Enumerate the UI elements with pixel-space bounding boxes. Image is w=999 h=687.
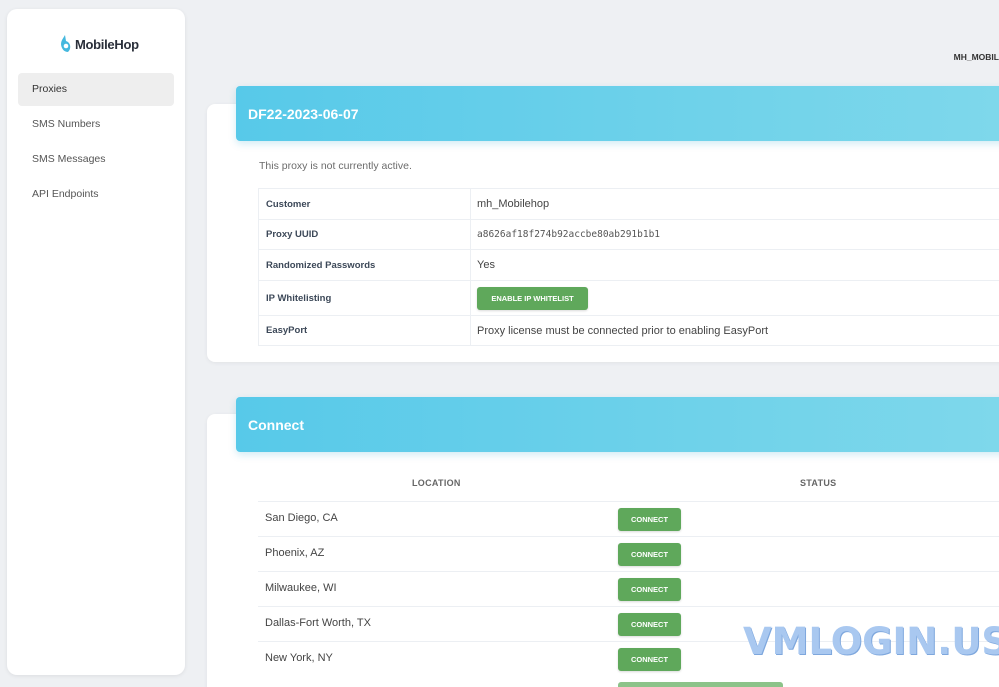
location-name: Dallas-Fort Worth, TX [265, 617, 371, 629]
connect-button[interactable]: CONNECT [618, 648, 681, 671]
detail-label: IP Whitelisting [258, 281, 471, 315]
enable-ip-whitelist-button[interactable]: ENABLE IP WHITELIST [477, 286, 588, 310]
detail-row-uuid: Proxy UUID a8626af18f274b92accbe80ab291b… [258, 220, 999, 250]
sidebar-item-sms-messages[interactable]: SMS Messages [18, 143, 174, 176]
proxy-status-note: This proxy is not currently active. [259, 160, 412, 172]
sidebar-nav: Proxies SMS Numbers SMS Messages API End… [18, 73, 174, 213]
brand-name: MobileHop [75, 36, 139, 52]
partial-button[interactable] [618, 682, 783, 687]
location-row: Milwaukee, WI CONNECT [258, 571, 999, 606]
randomized-passwords-value: Yes [477, 259, 495, 271]
uuid-value: a8626af18f274b92accbe80ab291b1b1 [477, 229, 661, 240]
detail-row-ip-whitelisting: IP Whitelisting ENABLE IP WHITELIST [258, 281, 999, 316]
location-name: San Diego, CA [265, 512, 338, 524]
column-header-status: STATUS [800, 478, 837, 488]
location-name: New York, NY [265, 652, 333, 664]
connect-button[interactable]: CONNECT [618, 578, 681, 601]
location-row: San Diego, CA CONNECT [258, 501, 999, 536]
connect-button[interactable]: CONNECT [618, 613, 681, 636]
detail-label: Customer [258, 189, 471, 219]
detail-label: Randomized Passwords [258, 250, 471, 280]
connect-title: Connect [236, 397, 999, 452]
watermark: VMLOGIN.US [743, 620, 999, 663]
detail-row-easyport: EasyPort Proxy license must be connected… [258, 316, 999, 346]
sidebar-item-proxies[interactable]: Proxies [18, 73, 174, 106]
sidebar: MobileHop Proxies SMS Numbers SMS Messag… [7, 9, 185, 675]
mobilehop-logo-icon [61, 35, 71, 52]
connect-button[interactable]: CONNECT [618, 508, 681, 531]
user-menu[interactable]: MH_MOBIL [954, 52, 999, 62]
location-row: Phoenix, AZ CONNECT [258, 536, 999, 571]
customer-value: mh_Mobilehop [477, 198, 550, 210]
sidebar-item-sms-numbers[interactable]: SMS Numbers [18, 108, 174, 141]
detail-row-customer: Customer mh_Mobilehop [258, 189, 999, 220]
brand-logo[interactable]: MobileHop [59, 35, 139, 53]
detail-label: Proxy UUID [258, 220, 471, 249]
detail-row-randomized-passwords: Randomized Passwords Yes [258, 250, 999, 281]
column-header-location: LOCATION [412, 478, 461, 488]
easyport-value: Proxy license must be connected prior to… [477, 324, 769, 337]
proxy-title: DF22-2023-06-07 [236, 86, 999, 141]
detail-label: EasyPort [258, 316, 471, 345]
connect-button[interactable]: CONNECT [618, 543, 681, 566]
location-name: Phoenix, AZ [265, 547, 325, 559]
proxy-details-table: Customer mh_Mobilehop Proxy UUID a8626af… [258, 188, 999, 346]
location-name: Milwaukee, WI [265, 582, 337, 594]
sidebar-item-api-endpoints[interactable]: API Endpoints [18, 178, 174, 211]
